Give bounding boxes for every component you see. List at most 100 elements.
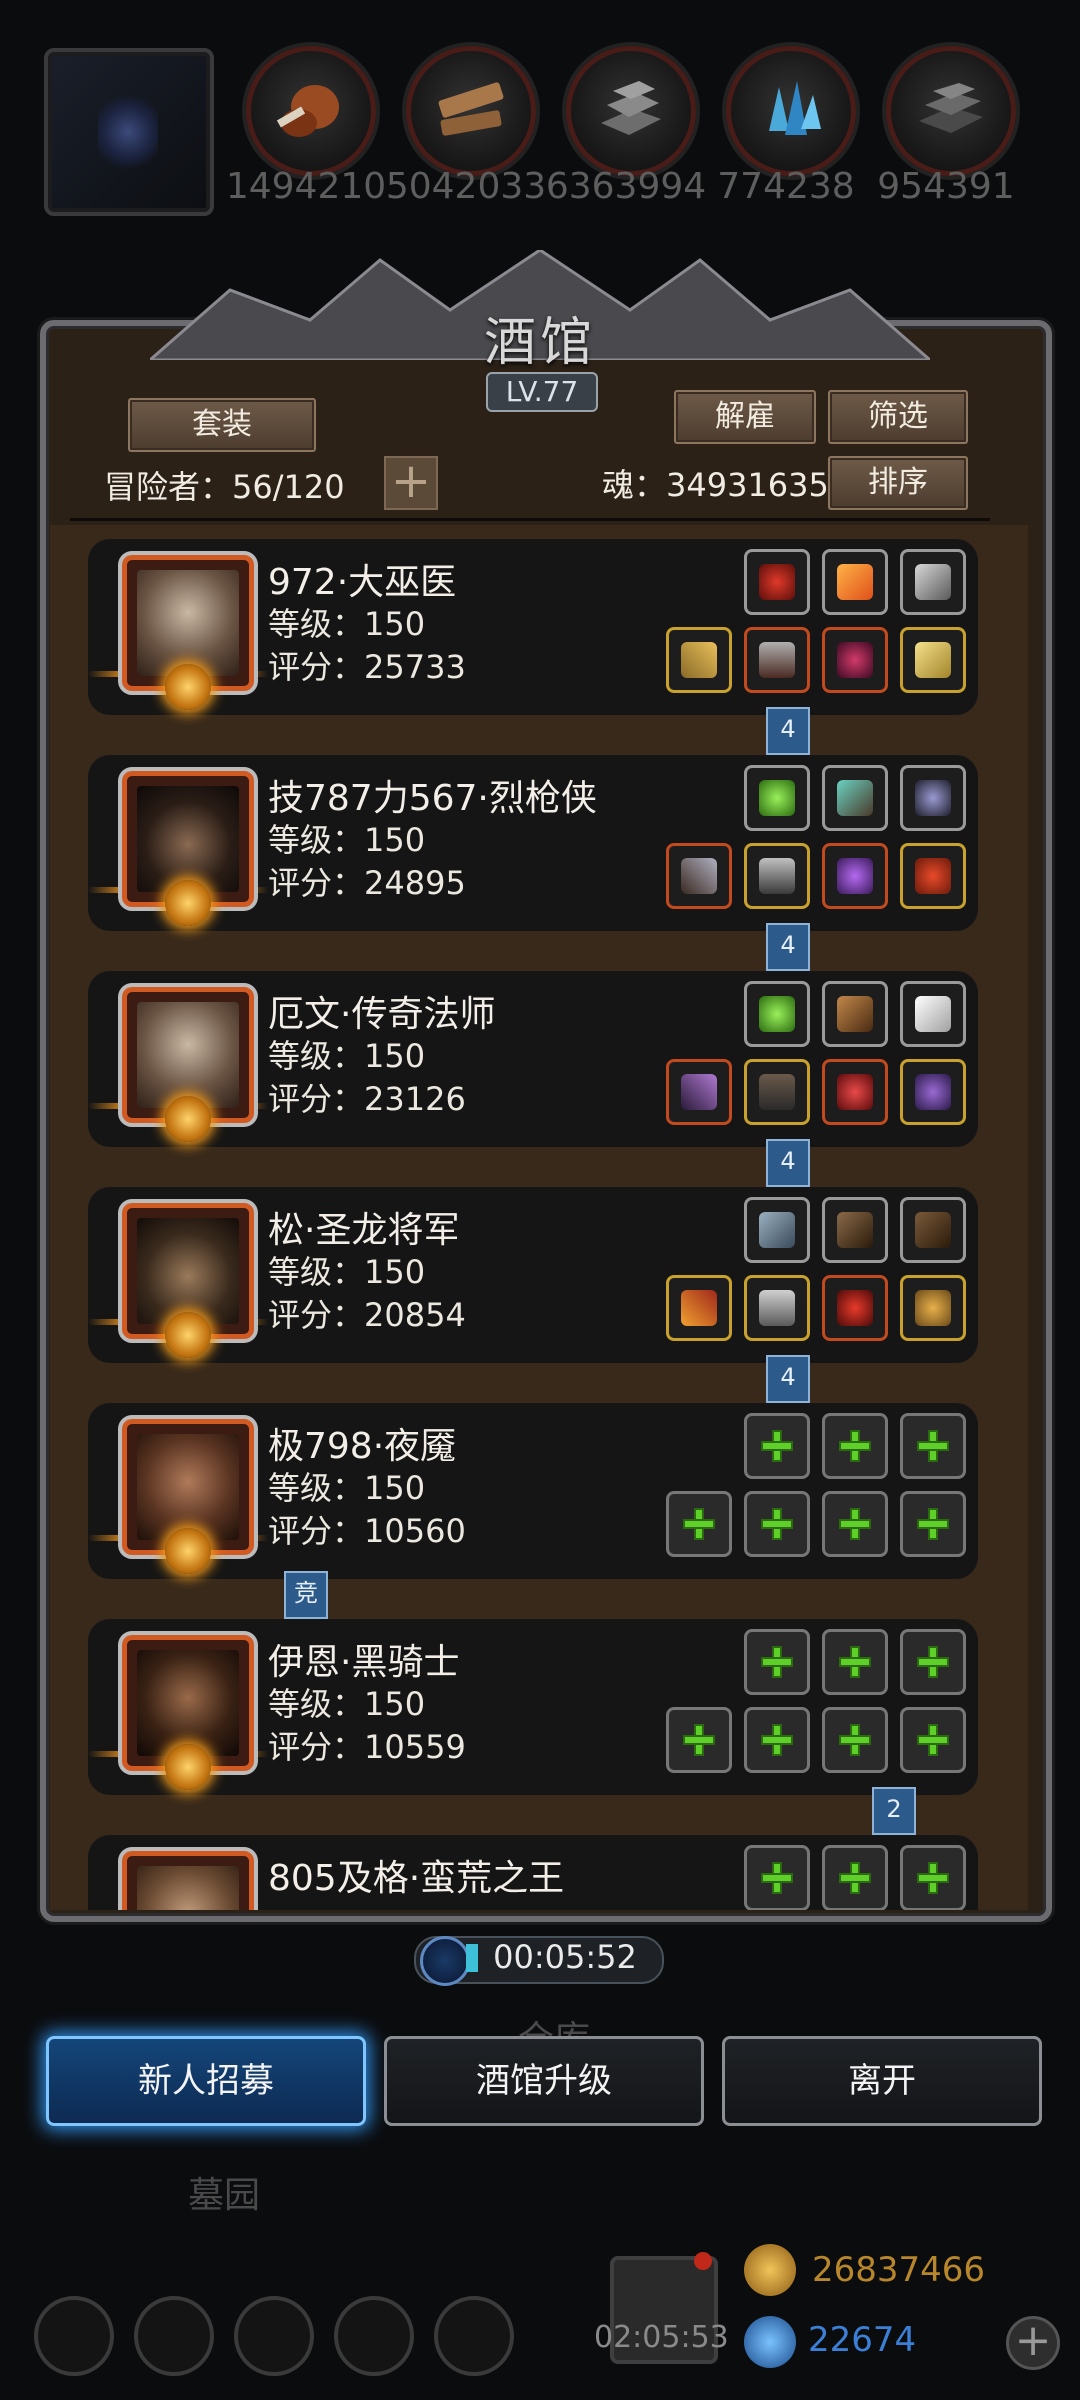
equip-slot[interactable] xyxy=(744,627,810,693)
equip-slot[interactable] xyxy=(744,1059,810,1125)
shop-icon[interactable] xyxy=(434,2296,514,2376)
add-currency-button[interactable]: + xyxy=(1006,2316,1060,2370)
hero-card[interactable]: 技787力567·烈枪侠 等级：150 评分：24895 xyxy=(88,755,978,931)
empty-slot[interactable] xyxy=(900,1413,966,1479)
equip-slot[interactable] xyxy=(900,627,966,693)
add-slot-button[interactable]: + xyxy=(384,456,438,510)
hero-name: 松·圣龙将军 xyxy=(268,1210,460,1251)
add-icon xyxy=(839,1508,871,1540)
hero-name: 技787力567·烈枪侠 xyxy=(268,778,597,819)
hero-card[interactable]: 松·圣龙将军 等级：150 评分：20854 xyxy=(88,1187,978,1363)
empty-slot[interactable] xyxy=(666,1491,732,1557)
stone-icon xyxy=(566,46,696,176)
dismiss-button[interactable]: 解雇 xyxy=(674,390,816,444)
castle-icon[interactable] xyxy=(234,2296,314,2376)
adventurer-count: 冒险者：56/120 xyxy=(104,468,345,506)
hero-score: 评分：10559 xyxy=(268,1728,466,1766)
hero-score: 评分：10560 xyxy=(268,1512,466,1550)
hero-level: 等级：150 xyxy=(268,821,426,859)
empty-slot[interactable] xyxy=(900,1629,966,1695)
empty-slot[interactable] xyxy=(744,1629,810,1695)
empty-slot[interactable] xyxy=(900,1707,966,1773)
equip-slot[interactable] xyxy=(822,1059,888,1125)
hero-portrait[interactable] xyxy=(122,771,254,926)
empty-slot[interactable] xyxy=(744,1845,810,1910)
equip-slot[interactable] xyxy=(744,549,810,615)
mail-icon[interactable] xyxy=(334,2296,414,2376)
hero-portrait[interactable] xyxy=(122,1419,254,1574)
hero-score: 评分：25733 xyxy=(268,648,466,686)
empty-slot[interactable] xyxy=(822,1629,888,1695)
crystal-icon xyxy=(726,46,856,176)
hero-score: 评分：24895 xyxy=(268,864,466,902)
equip-slot[interactable] xyxy=(822,1197,888,1263)
hero-name: 伊恩·黑骑士 xyxy=(268,1642,460,1683)
equip-slot[interactable] xyxy=(822,981,888,1047)
equip-slot[interactable] xyxy=(900,981,966,1047)
gold-coin-icon xyxy=(744,2244,796,2296)
equip-slot[interactable] xyxy=(900,843,966,909)
hero-portrait[interactable] xyxy=(122,1635,254,1790)
equip-slot[interactable] xyxy=(666,1059,732,1125)
equip-slot[interactable] xyxy=(900,765,966,831)
empty-slot[interactable] xyxy=(822,1491,888,1557)
hero-card[interactable]: 伊恩·黑骑士 等级：150 评分：10559 xyxy=(88,1619,978,1795)
hero-portrait[interactable] xyxy=(122,1203,254,1358)
rank-emblem-icon xyxy=(165,1096,211,1142)
hero-portrait[interactable] xyxy=(122,1851,254,1910)
soul-count: 魂：34931635 xyxy=(602,466,829,504)
empty-slot[interactable] xyxy=(822,1845,888,1910)
recruit-button[interactable]: 新人招募 xyxy=(46,2036,366,2126)
equip-slot[interactable] xyxy=(900,549,966,615)
rank-emblem-icon xyxy=(165,1528,211,1574)
equip-slot[interactable] xyxy=(744,765,810,831)
empty-slot[interactable] xyxy=(744,1707,810,1773)
add-icon xyxy=(761,1508,793,1540)
empty-slot[interactable] xyxy=(822,1413,888,1479)
equip-slot[interactable] xyxy=(822,843,888,909)
menu-icon[interactable] xyxy=(34,2296,114,2376)
hero-card[interactable]: 972·大巫医 等级：150 评分：25733 xyxy=(88,539,978,715)
equip-slot[interactable] xyxy=(900,1275,966,1341)
tavern-title: 酒馆 xyxy=(483,313,596,373)
equip-slot[interactable] xyxy=(744,843,810,909)
recruit-timer: 00:05:52 xyxy=(493,1938,637,1976)
equip-slot[interactable] xyxy=(744,1197,810,1263)
gem-amount: 22674 xyxy=(808,2320,917,2360)
hero-portrait[interactable] xyxy=(122,987,254,1142)
hero-name: 极798·夜魇 xyxy=(268,1426,457,1467)
equip-slot[interactable] xyxy=(744,981,810,1047)
upgrade-tavern-button[interactable]: 酒馆升级 xyxy=(384,2036,704,2126)
hero-card[interactable]: 805及格·蛮荒之王 xyxy=(88,1835,978,1910)
equip-slot[interactable] xyxy=(822,627,888,693)
equip-slot[interactable] xyxy=(666,627,732,693)
equip-slot[interactable] xyxy=(822,549,888,615)
timer-progress xyxy=(466,1944,478,1972)
hero-name: 厄文·传奇法师 xyxy=(268,994,496,1035)
equip-slot[interactable] xyxy=(666,1275,732,1341)
empty-slot[interactable] xyxy=(822,1707,888,1773)
wood-icon xyxy=(406,46,536,176)
empty-slot[interactable] xyxy=(744,1413,810,1479)
player-avatar[interactable] xyxy=(44,48,214,216)
hero-card[interactable]: 厄文·传奇法师 等级：150 评分：23126 xyxy=(88,971,978,1147)
equip-slot[interactable] xyxy=(900,1059,966,1125)
hero-list[interactable]: 972·大巫医 等级：150 评分：25733 4 技787力567·烈枪侠 等… xyxy=(50,525,1028,1910)
empty-slot[interactable] xyxy=(900,1845,966,1910)
sort-button[interactable]: 排序 xyxy=(828,456,968,510)
star-icon[interactable] xyxy=(134,2296,214,2376)
equip-slot[interactable] xyxy=(822,1275,888,1341)
equip-slot[interactable] xyxy=(900,1197,966,1263)
equip-slot[interactable] xyxy=(822,765,888,831)
empty-slot[interactable] xyxy=(744,1491,810,1557)
empty-slot[interactable] xyxy=(900,1491,966,1557)
empty-slot[interactable] xyxy=(666,1707,732,1773)
equip-slot[interactable] xyxy=(744,1275,810,1341)
hero-card[interactable]: 极798·夜魇 等级：150 评分：10560 xyxy=(88,1403,978,1579)
equip-slot[interactable] xyxy=(666,843,732,909)
enhance-tag: 4 xyxy=(766,1139,810,1187)
hero-portrait[interactable] xyxy=(122,555,254,710)
leave-button[interactable]: 离开 xyxy=(722,2036,1042,2126)
set-button[interactable]: 套装 xyxy=(128,398,316,452)
filter-button[interactable]: 筛选 xyxy=(828,390,968,444)
